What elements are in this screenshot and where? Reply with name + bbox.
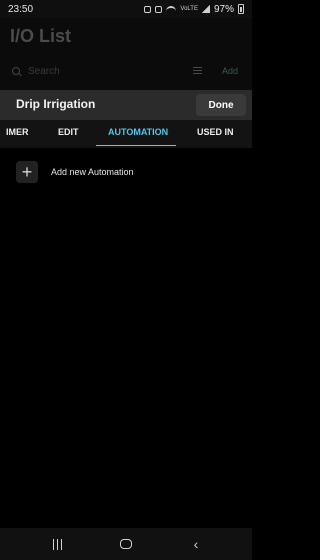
plus-icon[interactable]: +	[16, 161, 38, 183]
system-navigation-bar: ‹	[0, 528, 252, 560]
filter-icon	[193, 67, 202, 75]
add-automation-label[interactable]: Add new Automation	[51, 167, 134, 177]
network-label: VoLTE	[180, 6, 198, 12]
background-io-list-screen: I/O List Search Add	[0, 18, 252, 90]
tab-edit[interactable]: EDIT	[58, 127, 79, 137]
active-tab-indicator	[96, 145, 176, 146]
background-search-bar: Search	[12, 64, 190, 78]
recents-icon	[52, 538, 62, 550]
status-icons: VoLTE 97%	[144, 4, 244, 15]
alarm-icon	[155, 5, 163, 13]
background-add-link: Add	[222, 66, 239, 76]
search-icon	[12, 67, 20, 75]
recents-button[interactable]	[49, 536, 65, 552]
status-time: 23:50	[8, 3, 34, 15]
battery-percent: 97%	[213, 3, 234, 15]
status-bar: 23:50 VoLTE 97%	[0, 0, 252, 18]
home-button[interactable]	[118, 536, 134, 552]
signal-icon	[201, 5, 210, 13]
home-icon	[120, 539, 132, 549]
tab-timer[interactable]: IMER	[6, 127, 29, 137]
sheet-title: Drip Irrigation	[16, 97, 96, 111]
tab-bar: IMER EDIT AUTOMATION USED IN	[0, 120, 252, 148]
sim-icon	[144, 5, 152, 13]
tab-automation[interactable]: AUTOMATION	[108, 127, 168, 137]
tab-used-in[interactable]: USED IN	[197, 127, 234, 137]
back-button[interactable]: ‹	[188, 536, 204, 552]
add-automation-row[interactable]: + Add new Automation	[16, 160, 236, 184]
sheet-header: Drip Irrigation Done	[0, 90, 252, 120]
background-search-placeholder: Search	[28, 65, 60, 77]
done-button[interactable]: Done	[196, 94, 246, 116]
battery-icon	[238, 4, 244, 14]
automation-content: + Add new Automation	[0, 148, 252, 528]
back-icon: ‹	[193, 536, 199, 552]
background-page-title: I/O List	[10, 26, 72, 46]
wifi-icon	[166, 5, 177, 13]
